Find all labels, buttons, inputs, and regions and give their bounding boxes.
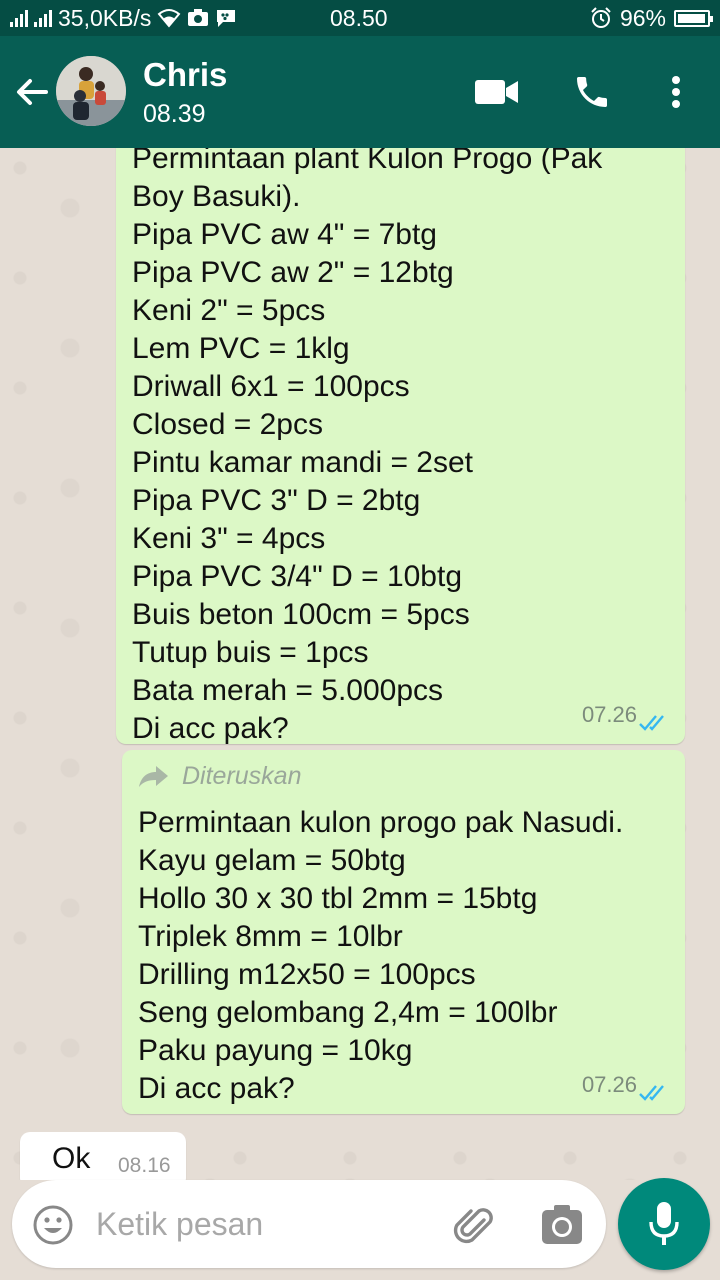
video-call-icon (475, 80, 518, 104)
camera-button[interactable] (540, 1204, 584, 1246)
message-line: Closed = 2pcs (132, 408, 323, 441)
message-line: Pipa PVC 3/4" D = 10btg (132, 560, 463, 593)
message-line: Paku payung = 10kg (138, 1034, 413, 1067)
message-line: Permintaan kulon progo pak Nasudi. (138, 806, 624, 839)
battery-percent: 96% (619, 4, 666, 31)
more-options-button[interactable] (662, 72, 690, 112)
message-composer (12, 1180, 606, 1268)
message-line: Kayu gelam = 50btg (138, 844, 406, 877)
message-text: Ok (52, 1142, 91, 1175)
read-ticks-icon (639, 1085, 664, 1101)
message-time: 07.26 (581, 702, 637, 727)
message-line: Drilling m12x50 = 100pcs (138, 958, 476, 991)
bbm-icon (217, 10, 236, 27)
video-call-button[interactable] (474, 72, 520, 112)
message-input[interactable] (96, 1198, 436, 1250)
message-line: Tutup buis = 1pcs (132, 636, 369, 669)
network-speed: 35,0KB/s (58, 4, 152, 31)
wifi-icon (157, 9, 181, 28)
message-line: Driwall 6x1 = 100pcs (132, 370, 410, 403)
chat-header: Chris 08.39 (0, 36, 720, 148)
message-line: Pipa PVC aw 2" = 12btg (132, 256, 454, 289)
emoji-icon (33, 1205, 73, 1245)
last-seen: 08.39 (143, 100, 206, 128)
message-line: Keni 3" = 4pcs (132, 522, 326, 555)
emoji-button[interactable] (32, 1204, 74, 1246)
voice-call-button[interactable] (570, 72, 614, 112)
outgoing-message[interactable]: Diteruskan Permintaan kulon progo pak Na… (122, 750, 685, 1114)
message-time: 07.26 (581, 1072, 637, 1097)
back-button[interactable] (12, 72, 52, 112)
back-arrow-icon (17, 79, 48, 105)
voice-record-button[interactable] (618, 1178, 710, 1270)
message-line: Pintu kamar mandi = 2set (132, 446, 474, 479)
status-bar: 35,0KB/s 08.50 96% (0, 0, 720, 36)
screenshot-icon (188, 9, 209, 26)
message-line: Buis beton 100cm = 5pcs (132, 598, 470, 631)
microphone-icon (649, 1202, 679, 1245)
outgoing-message[interactable]: Permintaan plant Kulon Progo (Pak Boy Ba… (116, 148, 685, 745)
forward-arrow-icon (139, 766, 168, 787)
incoming-message[interactable]: Ok 08.16 (20, 1132, 186, 1180)
message-time: 08.16 (118, 1154, 171, 1177)
chat-area[interactable]: Permintaan plant Kulon Progo (Pak Boy Ba… (0, 148, 720, 1180)
status-clock: 08.50 (330, 5, 388, 31)
alarm-icon (591, 7, 611, 28)
paperclip-icon (453, 1208, 493, 1244)
message-line: Permintaan plant Kulon Progo (Pak (132, 148, 603, 175)
forwarded-label: Diteruskan (138, 758, 669, 794)
message-line: Hollo 30 x 30 tbl 2mm = 15btg (138, 882, 538, 915)
more-options-icon (672, 76, 680, 108)
attach-button[interactable] (450, 1202, 498, 1250)
camera-icon (542, 1205, 582, 1244)
avatar[interactable] (56, 56, 126, 126)
message-line: Keni 2" = 5pcs (132, 294, 326, 327)
message-line: Pipa PVC 3" D = 2btg (132, 484, 421, 517)
message-line: Lem PVC = 1klg (132, 332, 350, 365)
signal-icon (34, 9, 52, 27)
message-line: Pipa PVC aw 4" = 7btg (132, 218, 437, 251)
read-ticks-icon (639, 715, 664, 731)
forwarded-text: Diteruskan (182, 762, 302, 790)
battery-icon (674, 9, 713, 27)
signal-icon (10, 9, 28, 27)
phone-icon (577, 77, 607, 107)
message-line: Triplek 8mm = 10lbr (138, 920, 403, 953)
message-line: Seng gelombang 2,4m = 100lbr (138, 996, 558, 1029)
contact-name[interactable]: Chris (143, 56, 227, 94)
message-line: Boy Basuki). (132, 180, 301, 213)
contact-photo (56, 56, 126, 126)
